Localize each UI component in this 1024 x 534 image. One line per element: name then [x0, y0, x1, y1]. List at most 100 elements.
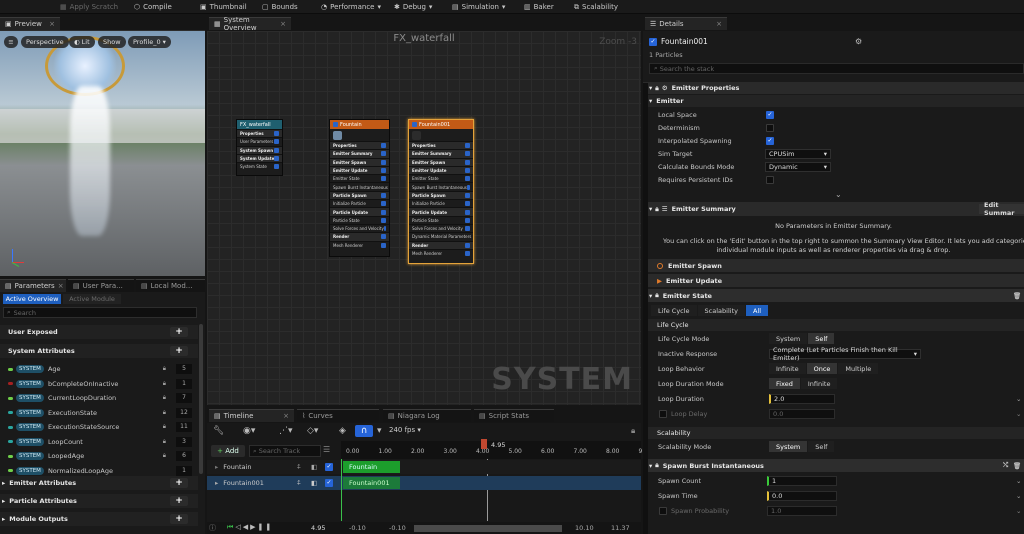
node-row-toggle[interactable] [381, 217, 386, 223]
show-button[interactable]: Show [98, 36, 126, 48]
apply-scratch-button[interactable]: ▦ Apply Scratch [60, 0, 118, 14]
node-row[interactable]: Mesh Renderer [409, 248, 473, 257]
node-row-toggle[interactable] [465, 226, 470, 232]
node-row[interactable]: Mesh Renderer [330, 240, 389, 249]
node-row-toggle[interactable] [465, 168, 470, 174]
node-row[interactable]: Emitter Summary [330, 149, 389, 158]
node-row[interactable]: Particle State [409, 215, 473, 224]
scalability-button[interactable]: ⧉ Scalability [574, 0, 618, 14]
option-infinite[interactable]: Infinite [769, 363, 806, 374]
fps-dropdown[interactable]: 240 fps ▾ [389, 426, 421, 434]
node-row-toggle[interactable] [465, 176, 470, 182]
node-row-toggle[interactable] [381, 143, 386, 149]
node-row-toggle[interactable] [381, 168, 386, 174]
track-row-fountain[interactable]: ▸ Fountain ⍏ ◧ ✓ Fountain [207, 460, 641, 474]
tab-local-modules[interactable]: ▤ Local Mod... [136, 279, 205, 292]
tab-all[interactable]: All [745, 305, 769, 316]
category-life-cycle[interactable]: Life Cycle [643, 319, 1024, 331]
option-scalability-self[interactable]: Self [808, 441, 835, 452]
node-row-toggle[interactable] [466, 184, 470, 190]
tab-parameters[interactable]: ▤ Parameters × [0, 279, 66, 292]
emitter-node-fountain[interactable]: Fountain Properties Emitter Summary Emitte… [329, 119, 390, 257]
system-overview-graph[interactable]: FX_waterfall Zoom -3 SYSTEM FX_waterfall… [207, 31, 641, 405]
system-node[interactable]: FX_waterfall Properties User Parameters Sy… [236, 119, 283, 176]
node-row[interactable]: Properties [330, 141, 389, 150]
close-icon[interactable]: × [280, 20, 286, 28]
node-row-toggle[interactable] [465, 209, 470, 215]
close-icon[interactable]: × [58, 282, 64, 290]
option-scalability-system[interactable]: System [769, 441, 808, 452]
chevron-down-icon[interactable]: ⌄ [1016, 395, 1021, 403]
tab-scalability[interactable]: Scalability [697, 305, 745, 316]
loop-delay-input[interactable]: 0.0 [769, 408, 835, 419]
current-time-value[interactable]: 4.95 [311, 524, 325, 532]
simulation-dropdown[interactable]: ▤ Simulation ▾ [452, 0, 505, 14]
parameter-row[interactable]: SYSTEM ExecutionStateSource 🔒︎ 11 [0, 420, 198, 434]
section-emitter-summary[interactable]: ▾ 🔒︎ ☰ Emitter Summary Edit Summar [643, 201, 1024, 217]
sim-target-dropdown[interactable]: CPUSim ▾ [765, 148, 831, 159]
timeline-scrollbar[interactable] [414, 525, 562, 532]
isolate-icon[interactable]: ◧ [311, 479, 317, 487]
step-back-icon[interactable]: ◁ [235, 523, 242, 531]
node-row-toggle[interactable] [381, 242, 386, 248]
loop-delay-checkbox[interactable] [659, 409, 667, 418]
node-row[interactable]: Properties [409, 141, 473, 150]
section-user-exposed[interactable]: User Exposed + [0, 325, 198, 339]
category-scalability[interactable]: Scalability [643, 427, 1024, 439]
local-space-checkbox[interactable]: ✓ [766, 110, 774, 119]
spawn-probability-checkbox[interactable] [659, 506, 667, 515]
section-emitter-attributes[interactable]: ▸ Emitter Attributes + [0, 476, 198, 490]
section-emitter-properties[interactable]: ▾ 🔒︎ ⚙ Emitter Properties [643, 82, 1024, 94]
node-row[interactable]: Particle Spawn [330, 190, 389, 200]
magnet-options-icon[interactable]: ▾ [377, 426, 382, 436]
spawn-probability-input[interactable]: 1.0 [767, 505, 837, 516]
viewport-menu-button[interactable]: ≡ [4, 36, 18, 48]
close-icon[interactable]: × [716, 20, 722, 28]
search-track-input[interactable]: ⌕ Search Track [249, 445, 321, 457]
close-icon[interactable]: × [283, 412, 289, 420]
node-row[interactable]: Emitter Update [330, 165, 389, 175]
node-row[interactable]: Particle Spawn [409, 190, 473, 200]
node-row[interactable]: Emitter State [330, 174, 389, 182]
pin-icon[interactable]: ⍏ [297, 463, 301, 472]
tab-life-cycle[interactable]: Life Cycle [651, 305, 697, 316]
node-row[interactable]: Emitter Spawn [330, 157, 389, 166]
eye-icon[interactable]: ◉▾ [243, 426, 255, 436]
delete-icon[interactable]: 🗑︎ [1013, 462, 1021, 470]
tab-details[interactable]: ☰ Details × [645, 17, 727, 30]
node-row[interactable]: Emitter Update [409, 165, 473, 175]
node-row-toggle[interactable] [465, 217, 470, 223]
node-row-toggle[interactable] [381, 176, 386, 182]
node-row-toggle[interactable] [274, 139, 279, 145]
parameter-row[interactable]: SYSTEM LoopCount 🔒︎ 3 [0, 435, 198, 449]
add-particle-attribute-button[interactable]: + [170, 496, 188, 506]
tab-preview[interactable]: ▣ Preview × [0, 17, 60, 30]
performance-dropdown[interactable]: ◔ Performance ▾ [321, 0, 381, 14]
node-row[interactable]: Particle Update [330, 207, 389, 216]
node-row[interactable]: Render [409, 240, 473, 249]
expand-advanced-icon[interactable]: ⌄ [835, 190, 842, 199]
chevron-down-icon[interactable]: ⌄ [1016, 507, 1021, 515]
node-row-toggle[interactable] [465, 143, 470, 149]
node-row[interactable]: Initialize Particle [409, 199, 473, 207]
magnet-icon[interactable]: ∩ [355, 425, 373, 437]
spawn-time-input[interactable]: 0.0 [767, 490, 837, 501]
node-row[interactable]: Particle State [330, 215, 389, 224]
node-row[interactable]: Emitter Summary [409, 149, 473, 158]
category-emitter[interactable]: ▾ Emitter [643, 95, 1024, 107]
baker-button[interactable]: ▥ Baker [524, 0, 554, 14]
emitter-enable-checkbox[interactable]: ✓ [649, 37, 657, 46]
lock-icon[interactable]: 🔒︎ [631, 426, 635, 436]
node-row-toggle[interactable] [381, 234, 386, 240]
parameter-row[interactable]: SYSTEM bCompleteOnInactive 🔒︎ 1 [0, 377, 198, 391]
node-row-toggle[interactable] [381, 151, 386, 157]
inactive-response-dropdown[interactable]: Complete (Let Particles Finish then Kill… [769, 346, 921, 362]
thumbnail-button[interactable]: ▣ Thumbnail [200, 0, 247, 14]
add-track-button[interactable]: + Add [211, 445, 245, 457]
snap-icon[interactable]: ⋰▾ [279, 426, 293, 436]
node-row[interactable]: Spawn Burst Instantaneous [330, 182, 389, 190]
interpolated-spawning-checkbox[interactable]: ✓ [766, 136, 774, 145]
playhead-handle[interactable] [481, 439, 487, 449]
node-row[interactable]: Emitter Spawn [409, 157, 473, 166]
tab-user-parameters[interactable]: ▤ User Para... [68, 279, 134, 292]
